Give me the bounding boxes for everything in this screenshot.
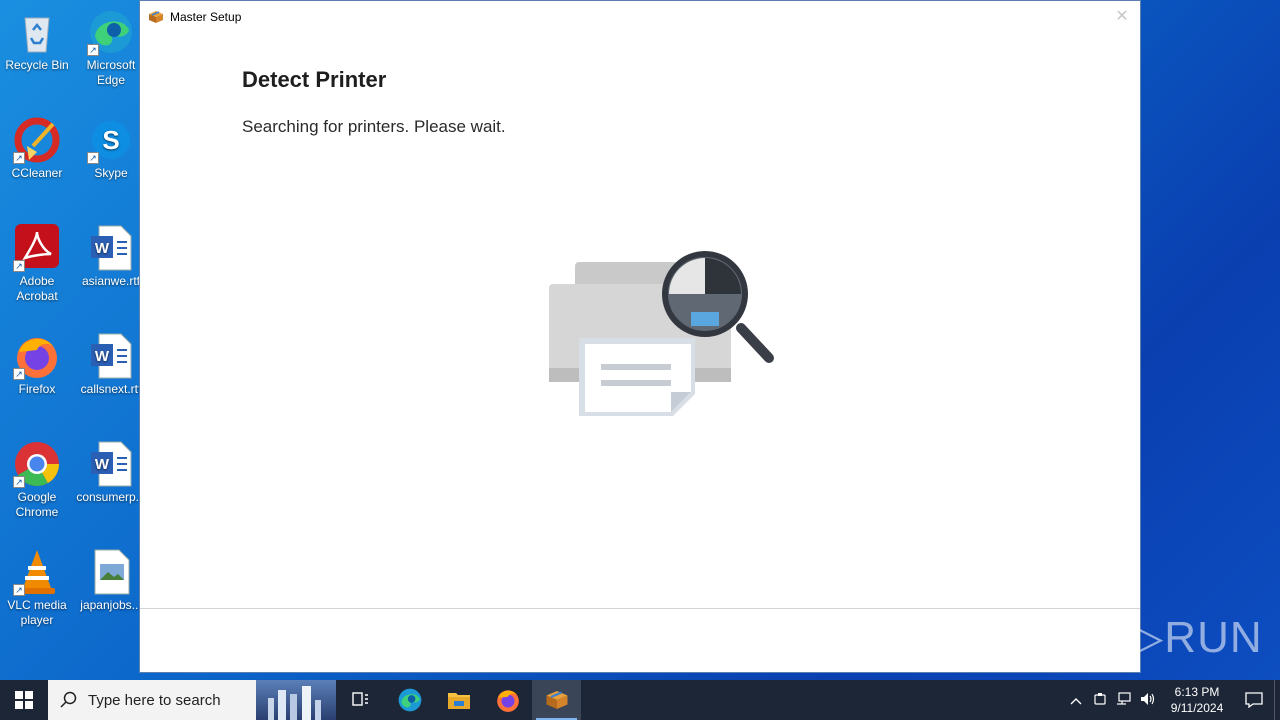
desktop-icon-consumerp[interactable]: W consumerp... xyxy=(75,440,147,505)
desktop-icon-label: consumerp... xyxy=(76,490,146,504)
taskbar-search-box[interactable]: Type here to search xyxy=(48,680,336,720)
acrobat-icon: ↗ xyxy=(13,224,61,272)
notification-center-button[interactable] xyxy=(1234,692,1274,708)
window-title: Master Setup xyxy=(170,10,242,24)
desktop-icon-label: Recycle Bin xyxy=(5,58,69,72)
svg-text:S: S xyxy=(102,125,119,155)
desktop-icon-label: VLC media player xyxy=(7,598,67,627)
search-highlight-image xyxy=(256,680,336,720)
desktop-icon-asianwe-rtf[interactable]: W asianwe.rtf xyxy=(75,224,147,289)
shortcut-arrow-icon: ↗ xyxy=(87,152,99,164)
chrome-icon: ↗ xyxy=(13,440,61,488)
desktop-icon-label: Skype xyxy=(94,166,128,180)
edge-icon: ↗ xyxy=(87,8,135,56)
word-document-icon: W xyxy=(87,224,135,272)
desktop-icon-adobe-acrobat[interactable]: ↗ Adobe Acrobat xyxy=(1,224,73,304)
system-tray: 6:13 PM 9/11/2024 xyxy=(1064,680,1280,720)
start-button[interactable] xyxy=(0,680,48,720)
shortcut-arrow-icon: ↗ xyxy=(13,152,25,164)
vlc-icon: ↗ xyxy=(13,548,61,596)
close-button[interactable]: ✕ xyxy=(1112,7,1132,27)
clock-date: 9/11/2024 xyxy=(1170,701,1224,715)
search-placeholder: Type here to search xyxy=(88,691,221,709)
shortcut-arrow-icon: ↗ xyxy=(13,260,25,272)
shortcut-arrow-icon: ↗ xyxy=(87,44,99,56)
windows-logo-icon xyxy=(15,691,33,709)
printer-search-icon xyxy=(545,246,780,421)
image-file-icon xyxy=(87,548,135,596)
firefox-icon xyxy=(496,690,519,712)
setup-app-icon xyxy=(546,691,567,709)
firefox-icon: ↗ xyxy=(13,332,61,380)
taskbar-clock[interactable]: 6:13 PM 9/11/2024 xyxy=(1160,684,1234,716)
desktop-icon-label: japanjobs... xyxy=(80,598,142,612)
desktop-icon-label: Google Chrome xyxy=(15,490,59,519)
search-icon xyxy=(60,691,77,708)
master-setup-window: Master Setup ✕ Detect Printer Searching … xyxy=(139,0,1141,673)
chevron-up-icon[interactable] xyxy=(1064,693,1088,708)
desktop-icon-callsnext-rtf[interactable]: W callsnext.rtf xyxy=(75,332,147,397)
shortcut-arrow-icon: ↗ xyxy=(13,476,25,488)
shortcut-arrow-icon: ↗ xyxy=(13,368,25,380)
desktop-icon-skype[interactable]: S ↗ Skype xyxy=(75,116,147,181)
svg-text:W: W xyxy=(95,240,110,257)
setup-app-icon xyxy=(148,9,164,25)
taskbar: Type here to search 6:13 PM 9/11/2024 xyxy=(0,680,1280,720)
edge-icon xyxy=(398,688,421,712)
desktop-icon-label: Firefox xyxy=(18,382,56,396)
taskbar-edge-button[interactable] xyxy=(385,680,434,720)
desktop-icon-label: callsnext.rtf xyxy=(80,382,142,396)
taskbar-master-setup-button[interactable] xyxy=(532,680,581,720)
show-desktop-button[interactable] xyxy=(1274,680,1280,720)
volume-icon[interactable] xyxy=(1136,692,1160,709)
task-view-icon xyxy=(351,692,368,706)
wizard-content: Detect Printer Searching for printers. P… xyxy=(242,67,506,137)
svg-text:W: W xyxy=(95,348,110,365)
page-title: Detect Printer xyxy=(242,67,387,92)
task-view-button[interactable] xyxy=(336,680,385,720)
window-titlebar[interactable]: Master Setup ✕ xyxy=(140,1,1140,33)
desktop-icon-label: CCleaner xyxy=(11,166,63,180)
skype-icon: S ↗ xyxy=(87,116,135,164)
desktop-icon-label: Adobe Acrobat xyxy=(16,274,58,303)
word-document-icon: W xyxy=(87,440,135,488)
desktop-icon-japanjobs[interactable]: japanjobs... xyxy=(75,548,147,613)
desktop-icon-google-chrome[interactable]: ↗ Google Chrome xyxy=(1,440,73,520)
desktop-icon-firefox[interactable]: ↗ Firefox xyxy=(1,332,73,397)
desktop-icon-microsoft-edge[interactable]: ↗ Microsoft Edge xyxy=(75,8,147,88)
folder-icon xyxy=(447,693,470,709)
clock-time: 6:13 PM xyxy=(1174,685,1220,699)
desktop-icon-ccleaner[interactable]: ↗ CCleaner xyxy=(1,116,73,181)
notification-icon xyxy=(1245,692,1263,708)
anyrun-watermark: ANY▷RUN xyxy=(1036,613,1263,662)
taskbar-file-explorer-button[interactable] xyxy=(434,680,483,720)
device-icon[interactable] xyxy=(1088,692,1112,709)
shortcut-arrow-icon: ↗ xyxy=(13,584,25,596)
svg-text:W: W xyxy=(95,456,110,473)
word-document-icon: W xyxy=(87,332,135,380)
desktop-icon-label: asianwe.rtf xyxy=(81,274,141,288)
desktop-icon-recycle-bin[interactable]: Recycle Bin xyxy=(1,8,73,73)
footer-divider xyxy=(140,608,1140,609)
desktop-icon-vlc-media-player[interactable]: ↗ VLC media player xyxy=(1,548,73,628)
recycle-bin-icon xyxy=(13,8,61,56)
status-text: Searching for printers. Please wait. xyxy=(242,117,506,136)
taskbar-firefox-button[interactable] xyxy=(483,680,532,720)
desktop-icon-label: Microsoft Edge xyxy=(86,58,136,87)
ccleaner-icon: ↗ xyxy=(13,116,61,164)
network-icon[interactable] xyxy=(1112,691,1136,709)
